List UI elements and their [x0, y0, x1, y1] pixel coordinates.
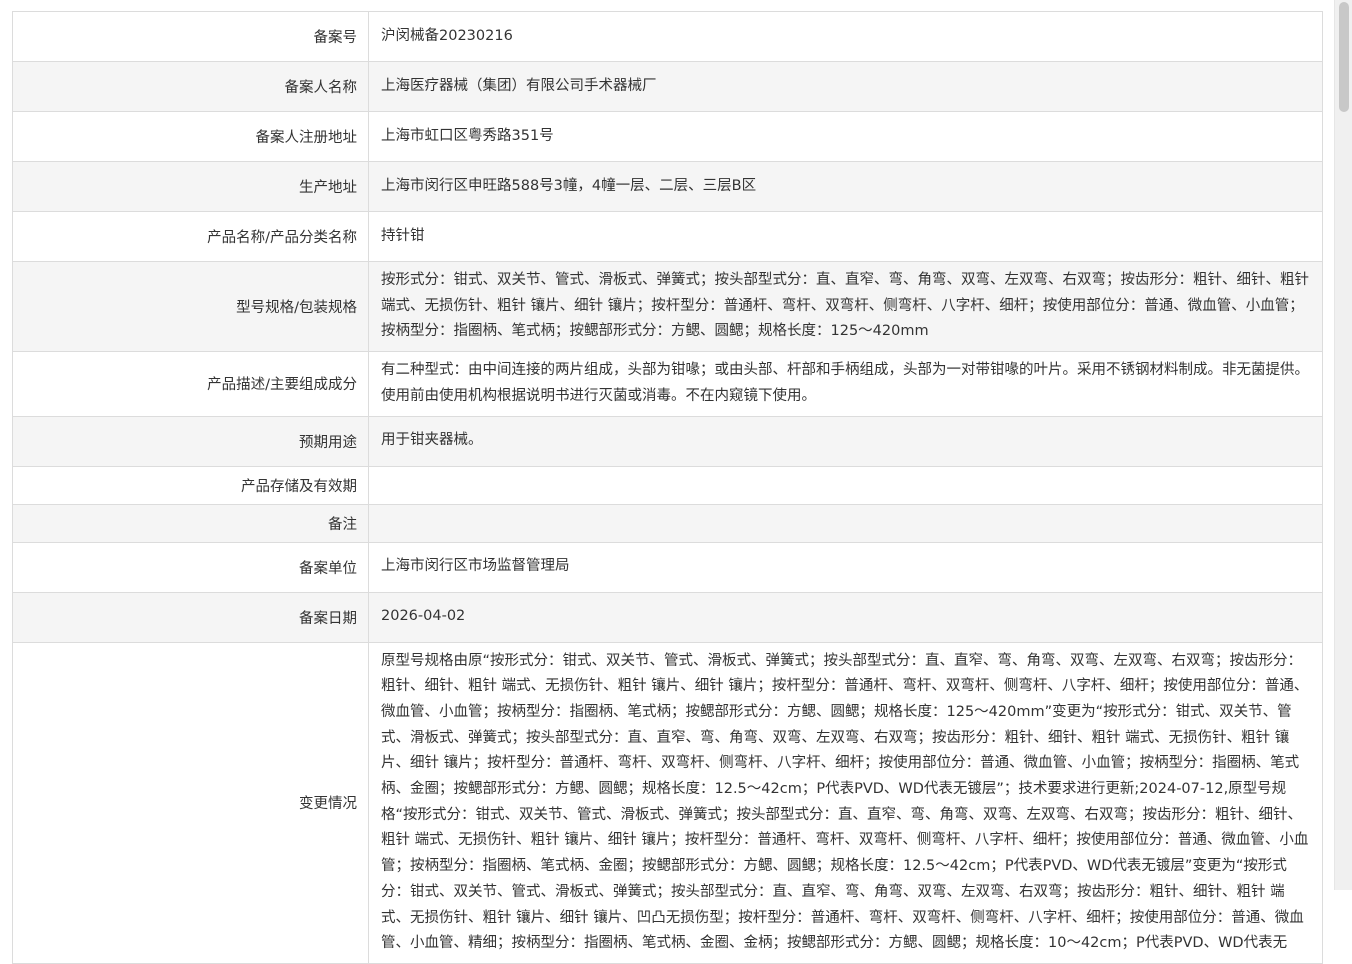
- row-registrant-name: 备案人名称 上海医疗器械（集团）有限公司手术器械厂: [12, 61, 1323, 112]
- vertical-scrollbar[interactable]: [1334, 0, 1352, 890]
- row-value: 有二种型式：由中间连接的两片组成，头部为钳喙；或由头部、杆部和手柄组成，头部为一…: [368, 351, 1323, 417]
- row-model-spec: 型号规格/包装规格 按形式分：钳式、双关节、管式、滑板式、弹簧式；按头部型式分：…: [12, 261, 1323, 353]
- row-label: 备案日期: [12, 592, 369, 643]
- row-label: 产品存储及有效期: [12, 466, 369, 505]
- row-value: 用于钳夹器械。: [368, 416, 1323, 467]
- row-label: 生产地址: [12, 161, 369, 212]
- row-intended-use: 预期用途 用于钳夹器械。: [12, 416, 1323, 467]
- row-label: 变更情况: [12, 642, 369, 964]
- row-label: 备案号: [12, 12, 369, 62]
- row-value: 按形式分：钳式、双关节、管式、滑板式、弹簧式；按头部型式分：直、直窄、弯、角弯、…: [368, 261, 1323, 353]
- row-product-description: 产品描述/主要组成成分 有二种型式：由中间连接的两片组成，头部为钳喙；或由头部、…: [12, 351, 1323, 417]
- row-value: 2026-04-02: [368, 592, 1323, 643]
- row-value: 原型号规格由原“按形式分：钳式、双关节、管式、滑板式、弹簧式；按头部型式分：直、…: [368, 642, 1323, 964]
- row-label: 备案单位: [12, 542, 369, 593]
- row-label: 备案人注册地址: [12, 111, 369, 162]
- scrollbar-thumb[interactable]: [1339, 2, 1349, 112]
- row-label: 预期用途: [12, 416, 369, 467]
- row-storage-validity: 产品存储及有效期: [12, 466, 1323, 505]
- row-remarks: 备注: [12, 504, 1323, 543]
- row-value: [368, 466, 1323, 505]
- row-value: 上海市虹口区粤秀路351号: [368, 111, 1323, 162]
- row-value: [368, 504, 1323, 543]
- row-value: 沪闵械备20230216: [368, 12, 1323, 62]
- row-label: 产品描述/主要组成成分: [12, 351, 369, 417]
- row-registrant-address: 备案人注册地址 上海市虹口区粤秀路351号: [12, 111, 1323, 162]
- row-label: 备案人名称: [12, 61, 369, 112]
- row-value: 持针钳: [368, 211, 1323, 262]
- row-production-address: 生产地址 上海市闵行区申旺路588号3幢，4幢一层、二层、三层B区: [12, 161, 1323, 212]
- row-filing-date: 备案日期 2026-04-02: [12, 592, 1323, 643]
- row-value: 上海医疗器械（集团）有限公司手术器械厂: [368, 61, 1323, 112]
- row-label: 产品名称/产品分类名称: [12, 211, 369, 262]
- row-label: 型号规格/包装规格: [12, 261, 369, 353]
- row-change-history: 变更情况 原型号规格由原“按形式分：钳式、双关节、管式、滑板式、弹簧式；按头部型…: [12, 642, 1323, 964]
- row-value: 上海市闵行区市场监督管理局: [368, 542, 1323, 593]
- record-detail-panel: 备案号 沪闵械备20230216 备案人名称 上海医疗器械（集团）有限公司手术器…: [12, 11, 1323, 964]
- record-detail-table: 备案号 沪闵械备20230216 备案人名称 上海医疗器械（集团）有限公司手术器…: [12, 12, 1323, 964]
- row-label: 备注: [12, 504, 369, 543]
- row-record-number: 备案号 沪闵械备20230216: [12, 12, 1323, 62]
- row-filing-authority: 备案单位 上海市闵行区市场监督管理局: [12, 542, 1323, 593]
- row-product-name: 产品名称/产品分类名称 持针钳: [12, 211, 1323, 262]
- row-value: 上海市闵行区申旺路588号3幢，4幢一层、二层、三层B区: [368, 161, 1323, 212]
